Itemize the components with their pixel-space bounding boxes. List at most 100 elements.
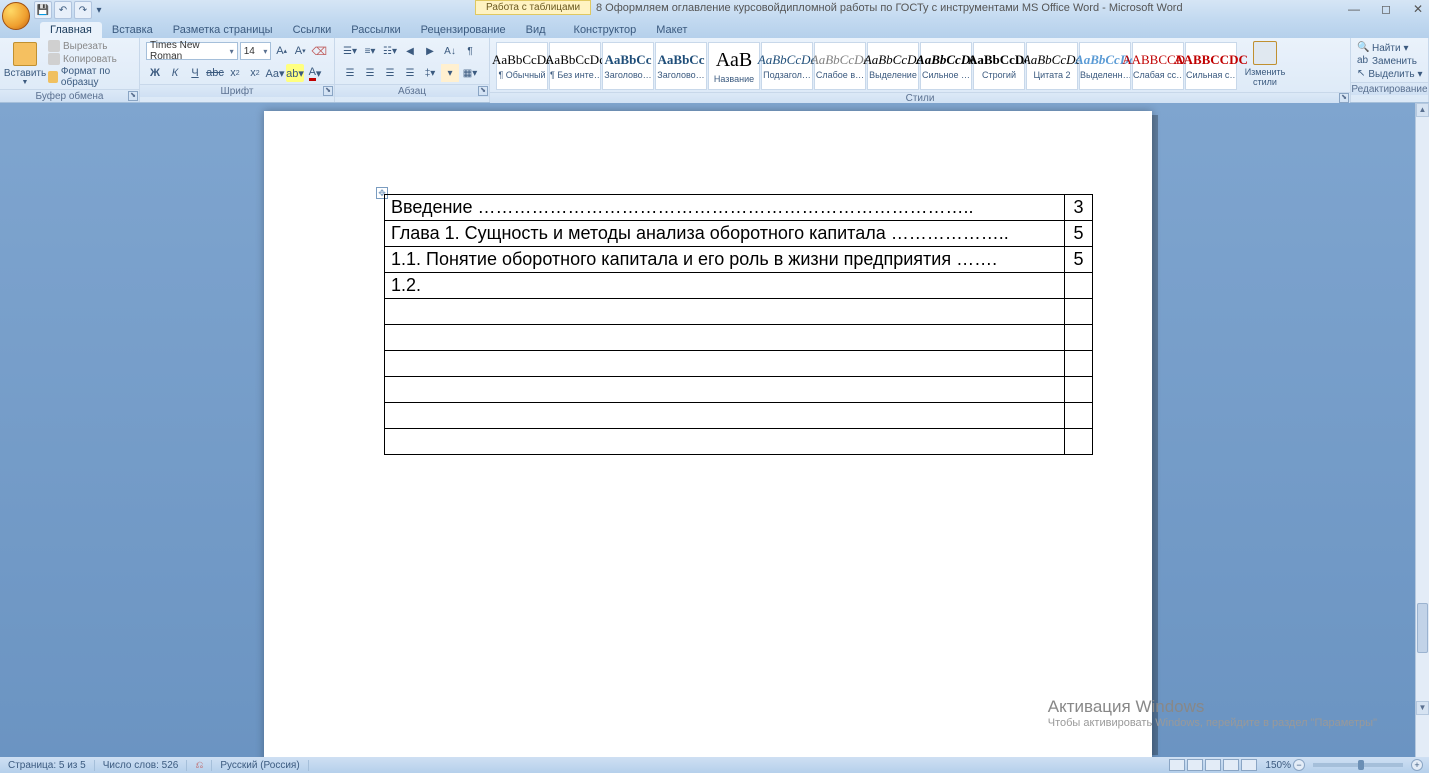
view-web-layout-button[interactable]: [1205, 759, 1221, 771]
style-item-13[interactable]: AABBCCDCСильная с…: [1185, 42, 1237, 90]
superscript-button[interactable]: x2: [246, 64, 264, 82]
tab-review[interactable]: Рецензирование: [411, 22, 516, 38]
tab-page-layout[interactable]: Разметка страницы: [163, 22, 283, 38]
redo-icon[interactable]: ↷: [74, 1, 92, 19]
toc-page-cell[interactable]: 5: [1065, 221, 1093, 247]
shading-button[interactable]: ▾: [441, 64, 459, 82]
status-proofing-icon[interactable]: ⎌: [187, 760, 212, 771]
italic-button[interactable]: К: [166, 64, 184, 82]
change-styles-button[interactable]: Изменить стили: [1241, 40, 1289, 88]
grow-font-button[interactable]: A▴: [273, 42, 290, 60]
multilevel-button[interactable]: ☷▾: [381, 42, 399, 60]
status-words[interactable]: Число слов: 526: [95, 760, 188, 771]
show-hide-button[interactable]: ¶: [461, 42, 479, 60]
table-row[interactable]: [385, 403, 1093, 429]
table-row[interactable]: Глава 1. Сущность и методы анализа оборо…: [385, 221, 1093, 247]
toc-table[interactable]: Введение ………………………………………………………………………..3Г…: [384, 194, 1093, 455]
scroll-up-icon[interactable]: ▲: [1416, 103, 1429, 117]
highlight-button[interactable]: ab▾: [286, 64, 304, 82]
toc-page-cell[interactable]: [1065, 429, 1093, 455]
paragraph-launcher[interactable]: ⬊: [478, 86, 488, 96]
clipboard-launcher[interactable]: ⬊: [128, 91, 138, 101]
find-button[interactable]: 🔍Найти ▾: [1357, 42, 1422, 54]
status-page[interactable]: Страница: 5 из 5: [0, 760, 95, 771]
vertical-scrollbar[interactable]: ▲ ▼: [1415, 103, 1429, 757]
style-item-6[interactable]: AaBbCcDcСлабое в…: [814, 42, 866, 90]
toc-text-cell[interactable]: [385, 325, 1065, 351]
align-right-button[interactable]: ☰: [381, 64, 399, 82]
toc-text-cell[interactable]: 1.1. Понятие оборотного капитала и его р…: [385, 247, 1065, 273]
maximize-button[interactable]: ◻: [1379, 2, 1393, 16]
style-item-3[interactable]: AaBbCcЗаголово…: [655, 42, 707, 90]
numbering-button[interactable]: ≡▾: [361, 42, 379, 60]
sort-button[interactable]: A↓: [441, 42, 459, 60]
change-case-button[interactable]: Aa▾: [266, 64, 284, 82]
zoom-in-button[interactable]: +: [1411, 759, 1423, 771]
style-item-4[interactable]: АаВНазвание: [708, 42, 760, 90]
tab-insert[interactable]: Вставка: [102, 22, 163, 38]
toc-page-cell[interactable]: [1065, 377, 1093, 403]
shrink-font-button[interactable]: A▾: [292, 42, 309, 60]
table-row[interactable]: 1.1. Понятие оборотного капитала и его р…: [385, 247, 1093, 273]
table-row[interactable]: [385, 325, 1093, 351]
zoom-out-button[interactable]: −: [1293, 759, 1305, 771]
clear-formatting-button[interactable]: ⌫: [310, 42, 328, 60]
view-draft-button[interactable]: [1241, 759, 1257, 771]
table-row[interactable]: Введение ………………………………………………………………………..3: [385, 195, 1093, 221]
document-area[interactable]: ✥ Введение ………………………………………………………………………..…: [0, 103, 1415, 757]
scroll-thumb[interactable]: [1417, 603, 1428, 653]
tab-home[interactable]: Главная: [40, 22, 102, 38]
style-item-8[interactable]: AaBbCcDcСильное …: [920, 42, 972, 90]
page[interactable]: ✥ Введение ………………………………………………………………………..…: [264, 111, 1152, 757]
toc-text-cell[interactable]: 1.2.: [385, 273, 1065, 299]
table-row[interactable]: [385, 429, 1093, 455]
borders-button[interactable]: ▦▾: [461, 64, 479, 82]
styles-launcher[interactable]: ⬊: [1339, 93, 1349, 103]
tab-view[interactable]: Вид: [516, 22, 556, 38]
style-item-2[interactable]: AaBbCcЗаголово…: [602, 42, 654, 90]
toc-page-cell[interactable]: [1065, 299, 1093, 325]
zoom-thumb[interactable]: [1358, 760, 1364, 770]
toc-page-cell[interactable]: [1065, 351, 1093, 377]
toc-text-cell[interactable]: [385, 377, 1065, 403]
align-left-button[interactable]: ☰: [341, 64, 359, 82]
toc-page-cell[interactable]: 3: [1065, 195, 1093, 221]
font-size-combo[interactable]: 14▾: [240, 42, 272, 60]
toc-text-cell[interactable]: [385, 299, 1065, 325]
toc-text-cell[interactable]: [385, 429, 1065, 455]
tab-design[interactable]: Конструктор: [564, 22, 647, 38]
underline-button[interactable]: Ч: [186, 64, 204, 82]
office-button[interactable]: [2, 2, 30, 30]
toc-text-cell[interactable]: Введение ………………………………………………………………………..: [385, 195, 1065, 221]
paste-button[interactable]: Вставить ▼: [4, 40, 46, 88]
cut-button[interactable]: Вырезать: [48, 40, 135, 52]
replace-button[interactable]: abЗаменить: [1357, 55, 1422, 67]
undo-icon[interactable]: ↶: [54, 1, 72, 19]
tab-references[interactable]: Ссылки: [283, 22, 342, 38]
bullets-button[interactable]: ☰▾: [341, 42, 359, 60]
increase-indent-button[interactable]: ▶: [421, 42, 439, 60]
style-item-1[interactable]: AaBbCcDc¶ Без инте…: [549, 42, 601, 90]
copy-button[interactable]: Копировать: [48, 53, 135, 65]
toc-page-cell[interactable]: [1065, 325, 1093, 351]
format-painter-button[interactable]: Формат по образцу: [48, 66, 135, 88]
style-item-0[interactable]: AaBbCcDc¶ Обычный: [496, 42, 548, 90]
table-row[interactable]: [385, 299, 1093, 325]
view-full-screen-button[interactable]: [1187, 759, 1203, 771]
toc-text-cell[interactable]: Глава 1. Сущность и методы анализа оборо…: [385, 221, 1065, 247]
table-row[interactable]: 1.2.: [385, 273, 1093, 299]
close-button[interactable]: ✕: [1411, 2, 1425, 16]
table-row[interactable]: [385, 351, 1093, 377]
tab-mailings[interactable]: Рассылки: [341, 22, 410, 38]
select-button[interactable]: ↖Выделить ▾: [1357, 68, 1422, 80]
styles-gallery[interactable]: AaBbCcDc¶ ОбычныйAaBbCcDc¶ Без инте…AaBb…: [494, 40, 1239, 92]
toc-page-cell[interactable]: 5: [1065, 247, 1093, 273]
toc-text-cell[interactable]: [385, 351, 1065, 377]
zoom-level[interactable]: 150%: [1265, 760, 1291, 771]
strikethrough-button[interactable]: abc: [206, 64, 224, 82]
subscript-button[interactable]: x2: [226, 64, 244, 82]
align-center-button[interactable]: ☰: [361, 64, 379, 82]
save-icon[interactable]: 💾: [34, 1, 52, 19]
paste-dropdown-icon[interactable]: ▼: [22, 79, 29, 86]
font-color-button[interactable]: A▾: [306, 64, 324, 82]
